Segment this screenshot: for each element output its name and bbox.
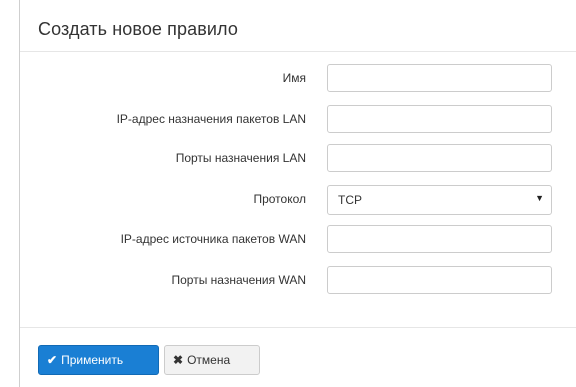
protocol-select[interactable]: TCP ▼ <box>327 185 552 215</box>
title-divider <box>20 51 576 52</box>
wan-dest-ports-input[interactable] <box>327 266 552 294</box>
field-row-wan-source-ip: IP-адрес источника пакетов WAN <box>20 225 576 255</box>
field-row-protocol: Протокол TCP ▼ <box>20 185 576 215</box>
check-icon: ✔ <box>47 353 58 367</box>
wan-source-ip-label: IP-адрес источника пакетов WAN <box>120 232 306 246</box>
cancel-button-label: Отмена <box>187 353 231 367</box>
footer-divider <box>20 327 576 328</box>
name-input[interactable] <box>327 64 552 92</box>
form-title: Создать новое правило <box>38 19 238 39</box>
wan-dest-ports-label: Порты назначения WAN <box>171 273 306 287</box>
wan-source-ip-input[interactable] <box>327 225 552 253</box>
close-icon: ✖ <box>173 353 184 367</box>
cancel-button[interactable]: ✖ Отмена <box>164 345 260 375</box>
field-row-name: Имя <box>20 64 576 94</box>
lan-dest-ports-input[interactable] <box>327 144 552 172</box>
name-label: Имя <box>282 71 306 85</box>
apply-button-label: Применить <box>61 353 124 367</box>
protocol-selected-value: TCP <box>338 193 362 207</box>
apply-button[interactable]: ✔ Применить <box>38 345 159 375</box>
lan-dest-ip-label: IP-адрес назначения пакетов LAN <box>116 112 306 126</box>
protocol-label: Протокол <box>253 192 306 206</box>
lan-dest-ip-input[interactable] <box>327 105 552 133</box>
caret-down-icon: ▼ <box>535 193 544 203</box>
field-row-lan-dest-ip: IP-адрес назначения пакетов LAN <box>20 105 576 135</box>
form-panel: Создать новое правило Имя IP-адрес назна… <box>19 0 576 387</box>
field-row-lan-dest-ports: Порты назначения LAN <box>20 144 576 174</box>
lan-dest-ports-label: Порты назначения LAN <box>175 151 306 165</box>
field-row-wan-dest-ports: Порты назначения WAN <box>20 266 576 296</box>
